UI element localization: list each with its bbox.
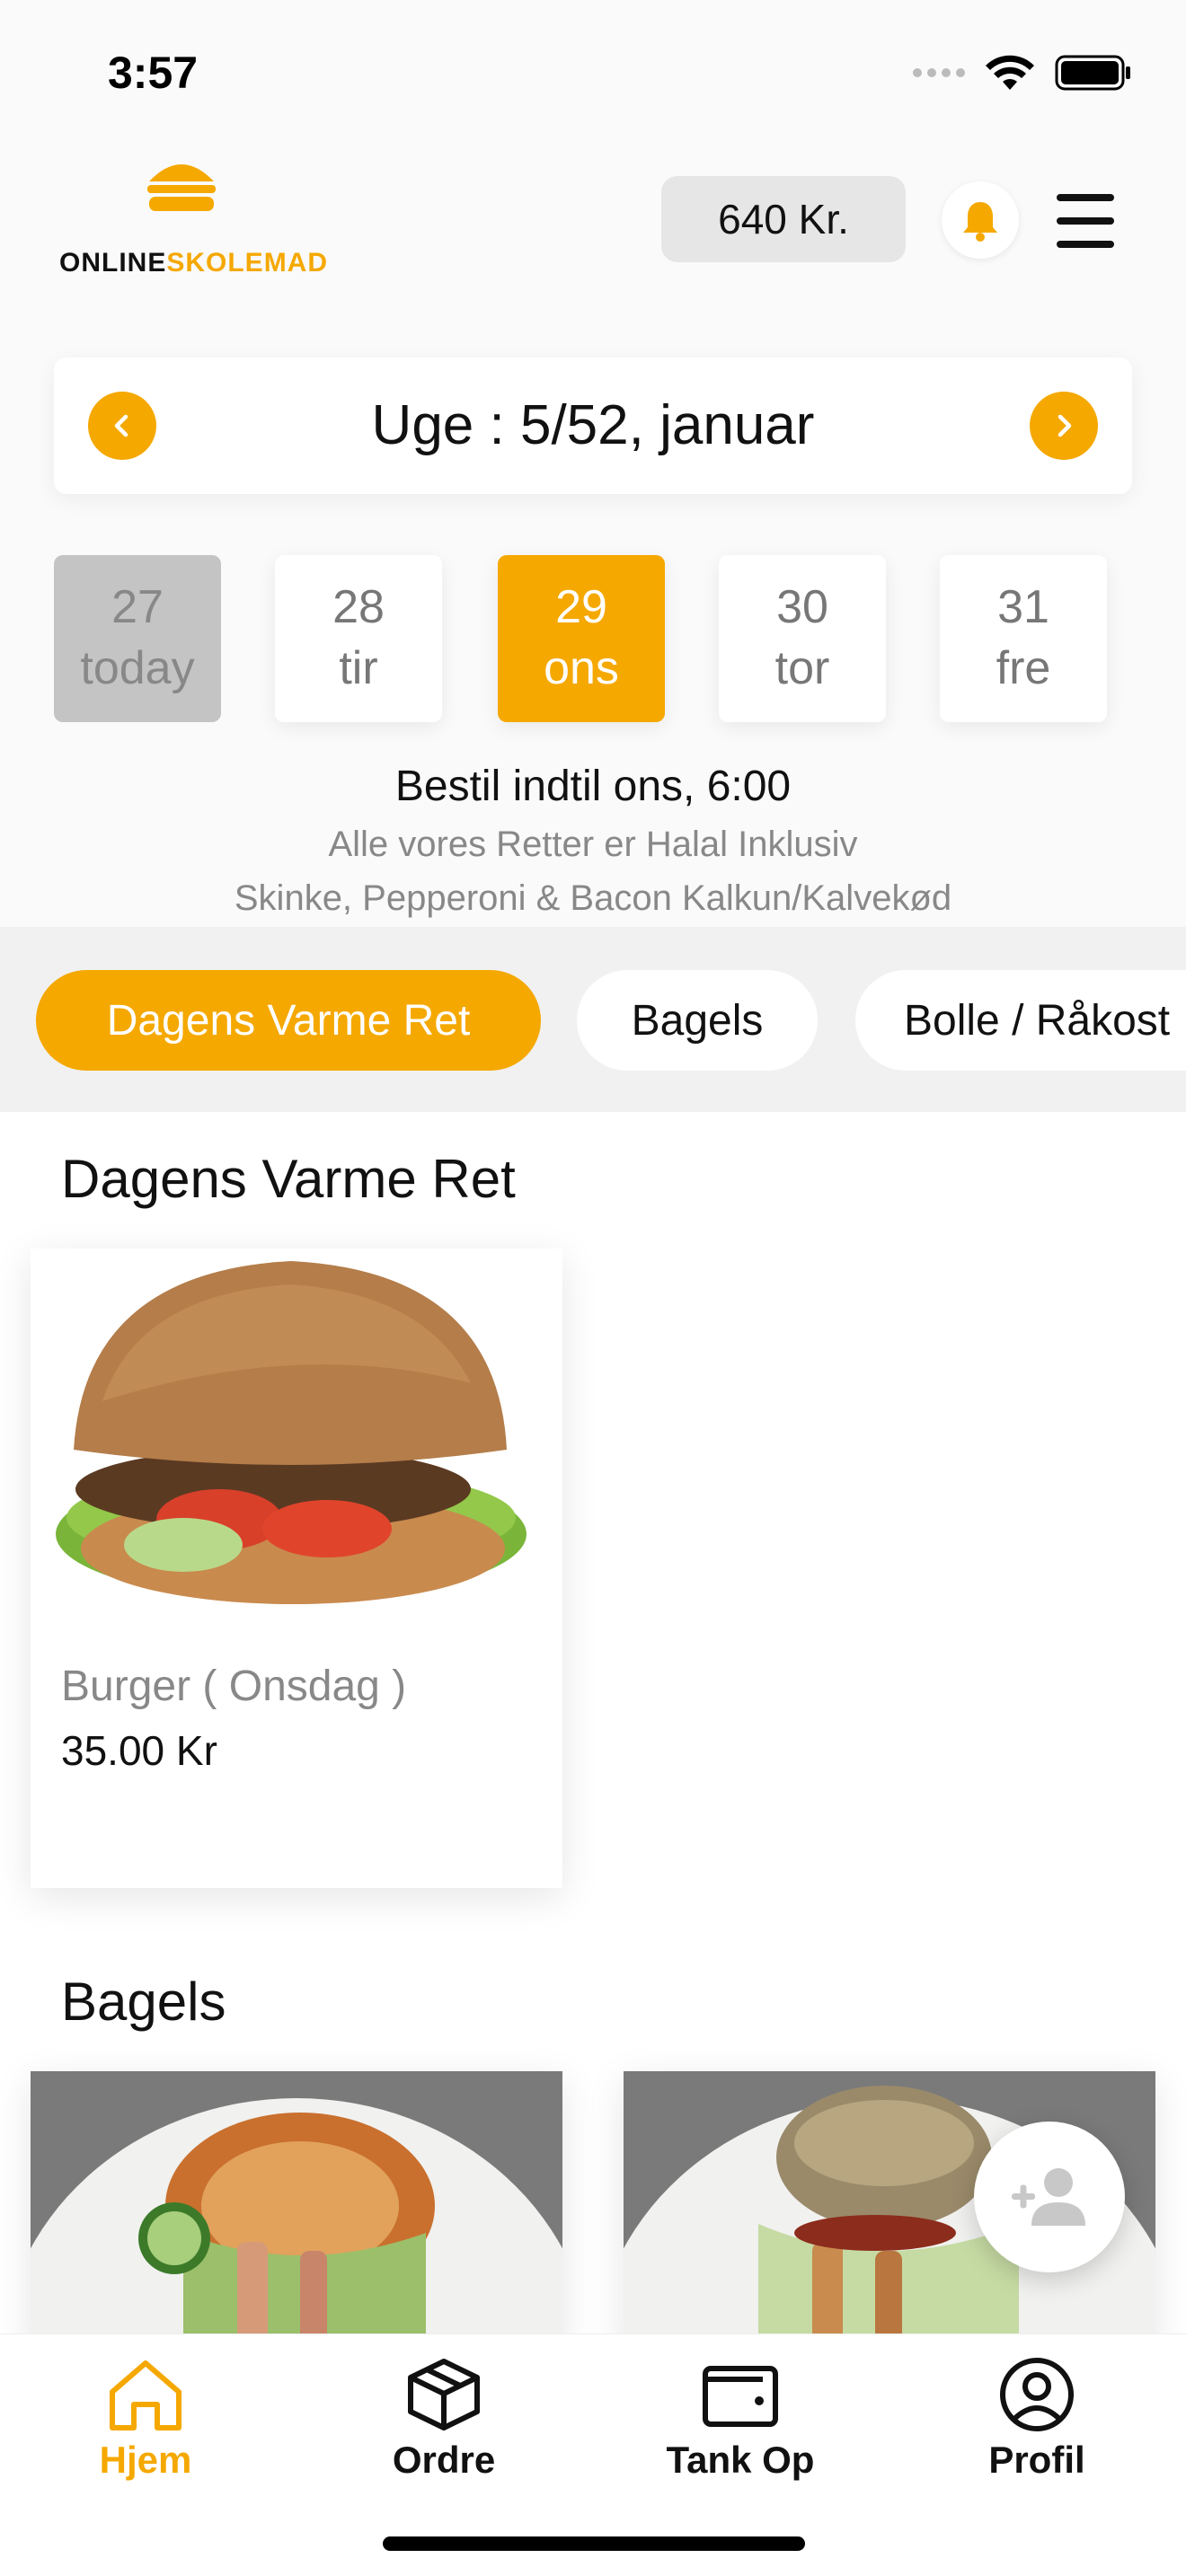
day-name: today: [80, 642, 195, 694]
day-30[interactable]: 30 tor: [719, 555, 886, 722]
next-week-button[interactable]: [1030, 392, 1098, 460]
box-icon: [408, 2359, 480, 2430]
day-31[interactable]: 31 fre: [940, 555, 1107, 722]
tab-bagels[interactable]: Bagels: [577, 970, 818, 1071]
product-card[interactable]: Burger ( Onsdag ) 35.00 Kr: [31, 1248, 562, 1888]
nav-top-up[interactable]: Tank Op: [651, 2356, 830, 2482]
profile-icon: [1000, 2358, 1074, 2431]
status-bar: 3:57: [0, 0, 1186, 135]
home-icon: [110, 2360, 181, 2430]
burger-image: [31, 1248, 562, 1662]
product-card[interactable]: [31, 2071, 562, 2333]
nav-label: Profil: [988, 2439, 1085, 2481]
battery-icon: [1055, 55, 1130, 91]
burger-logo-icon: [147, 164, 216, 211]
day-name: tor: [774, 642, 830, 694]
status-time: 3:57: [108, 48, 199, 98]
logo-text-skolemad: SKOLEMAD: [166, 248, 329, 278]
tab-dagens-varme-ret[interactable]: Dagens Varme Ret: [36, 970, 541, 1071]
day-name: fre: [996, 642, 1051, 694]
bagel-image: [31, 2071, 562, 2333]
nav-profile[interactable]: Profil: [947, 2356, 1127, 2482]
chevron-right-icon: [1058, 414, 1072, 437]
wifi-icon: [986, 55, 1034, 90]
day-number: 28: [332, 581, 385, 634]
product-name: Burger ( Onsdag ): [61, 1663, 407, 1710]
halal-notice-line2: Skinke, Pepperoni & Bacon Kalkun/Kalvekø…: [234, 878, 952, 918]
home-indicator: [383, 2536, 805, 2551]
balance-badge[interactable]: 640 Kr.: [661, 176, 906, 262]
tab-bolle-raakost[interactable]: Bolle / Råkost: [855, 970, 1186, 1071]
nav-label: Hjem: [99, 2439, 192, 2481]
wallet-icon: [703, 2366, 778, 2427]
app-logo: ONLINESKOLEMAD: [54, 160, 327, 286]
nav-label: Ordre: [392, 2439, 496, 2481]
day-name: ons: [544, 642, 619, 694]
menu-button[interactable]: [1057, 194, 1114, 248]
day-name: tir: [339, 642, 378, 694]
day-29[interactable]: 29 ons: [498, 555, 665, 722]
status-icons: [913, 54, 1132, 92]
day-number: 27: [111, 581, 164, 634]
notifications-button[interactable]: [942, 181, 1019, 259]
week-label: Uge : 5/52, januar: [371, 394, 815, 456]
day-27[interactable]: 27 today: [54, 555, 221, 722]
signal-icon: [913, 68, 965, 77]
bell-icon: [963, 202, 997, 242]
order-deadline: Bestil indtil ons, 6:00: [394, 763, 792, 810]
day-number: 29: [555, 581, 607, 634]
category-tabs: Dagens Varme Ret Bagels Bolle / Råkost: [0, 927, 1186, 1112]
hamburger-icon: [1057, 194, 1114, 201]
day-number: 30: [776, 581, 828, 634]
add-person-icon: [1012, 2168, 1085, 2226]
section-title-bagels: Bagels: [61, 1972, 226, 2032]
nav-home[interactable]: Hjem: [56, 2356, 235, 2482]
day-28[interactable]: 28 tir: [275, 555, 442, 722]
nav-orders[interactable]: Ordre: [354, 2356, 534, 2482]
nav-label: Tank Op: [666, 2439, 815, 2481]
day-selector: 27 today 28 tir 29 ons 30 tor 31 fre: [54, 555, 1132, 722]
product-price: 35.00 Kr: [61, 1727, 217, 1774]
day-number: 31: [997, 581, 1049, 634]
halal-notice-line1: Alle vores Retter er Halal Inklusiv: [328, 825, 858, 864]
add-child-button[interactable]: [974, 2122, 1125, 2272]
logo-text: ONLINESKOLEMAD: [59, 248, 328, 278]
logo-text-online: ONLINE: [59, 248, 167, 278]
week-selector: Uge : 5/52, januar: [54, 357, 1132, 494]
section-title-hot-dish: Dagens Varme Ret: [61, 1149, 516, 1209]
